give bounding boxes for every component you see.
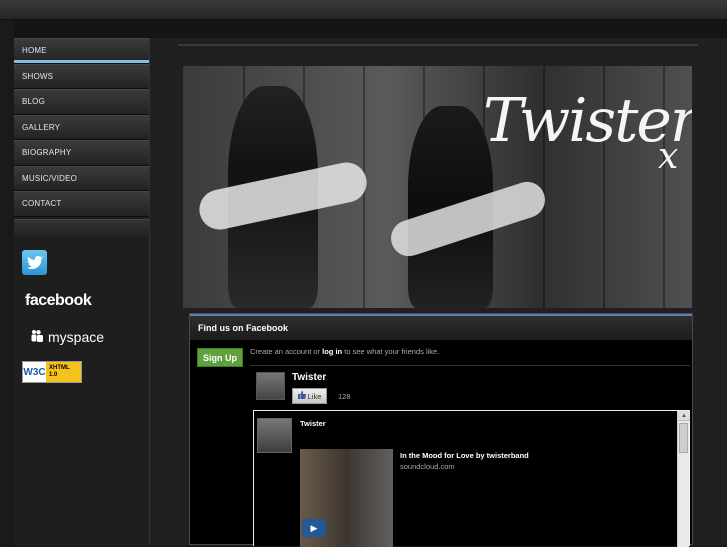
myspace-link[interactable]: myspace	[31, 329, 104, 345]
nav-item-contact[interactable]: CONTACT	[14, 191, 149, 217]
stream-scrollbar[interactable]: ▲	[677, 411, 690, 547]
nav-item-music-video[interactable]: MUSIC/VIDEO	[14, 165, 149, 191]
post-avatar[interactable]	[257, 418, 292, 453]
login-link[interactable]: log in	[322, 347, 342, 356]
play-icon[interactable]: ▶	[302, 519, 326, 537]
myspace-label: myspace	[48, 329, 105, 345]
twitter-icon[interactable]	[22, 250, 47, 275]
divider	[250, 365, 690, 366]
nav-item-blog[interactable]: BLOG	[14, 89, 149, 115]
nav-item-shows[interactable]: SHOWS	[14, 63, 149, 89]
sidebar: HOME SHOWS BLOG GALLERY BIOGRAPHY MUSIC/…	[14, 38, 150, 545]
page-name[interactable]: Twister	[292, 372, 326, 383]
nav-item-gallery[interactable]: GALLERY	[14, 114, 149, 140]
facebook-stream: Twister ▶ In the Mood for Love by twiste…	[253, 410, 690, 547]
like-button[interactable]: Like	[292, 388, 327, 404]
post-link-title[interactable]: In the Mood for Love by twisterband	[400, 451, 529, 460]
like-label: Like	[307, 391, 322, 401]
create-account-text: Create an account or log in to see what …	[250, 347, 440, 356]
thumbs-up-icon	[297, 391, 306, 401]
facebook-box-header: Find us on Facebook	[190, 314, 692, 340]
myspace-icon	[31, 329, 45, 345]
nav-spacer	[14, 218, 149, 237]
banner-x-mark: x	[658, 136, 679, 177]
page-avatar[interactable]	[256, 372, 285, 400]
band-banner-image: Twister x	[183, 66, 692, 308]
badge-line-1: XHTML	[49, 365, 70, 371]
w3c-xhtml-badge[interactable]: W3C XHTML 1.0	[22, 361, 82, 383]
header-strip	[14, 20, 727, 38]
post-link-image[interactable]: ▶	[300, 449, 393, 547]
post-author[interactable]: Twister	[300, 419, 326, 428]
scroll-up-icon[interactable]: ▲	[678, 411, 690, 421]
scroll-thumb[interactable]	[679, 423, 688, 453]
content-top-rule	[178, 44, 698, 46]
badge-line-2: 1.0	[49, 372, 58, 378]
signup-button[interactable]: Sign Up	[197, 348, 243, 367]
post-link-source: soundcloud.com	[400, 462, 455, 471]
like-count: 128	[338, 392, 351, 401]
nav-item-home[interactable]: HOME	[14, 38, 149, 64]
main-content: Twister x Find us on Facebook Sign Up Cr…	[150, 38, 727, 547]
facebook-link[interactable]: facebook	[25, 292, 92, 310]
w3c-logo: W3C	[23, 362, 46, 382]
facebook-like-box: Find us on Facebook Sign Up Create an ac…	[189, 313, 693, 547]
top-bar	[0, 0, 727, 20]
nav-item-biography[interactable]: BIOGRAPHY	[14, 140, 149, 166]
